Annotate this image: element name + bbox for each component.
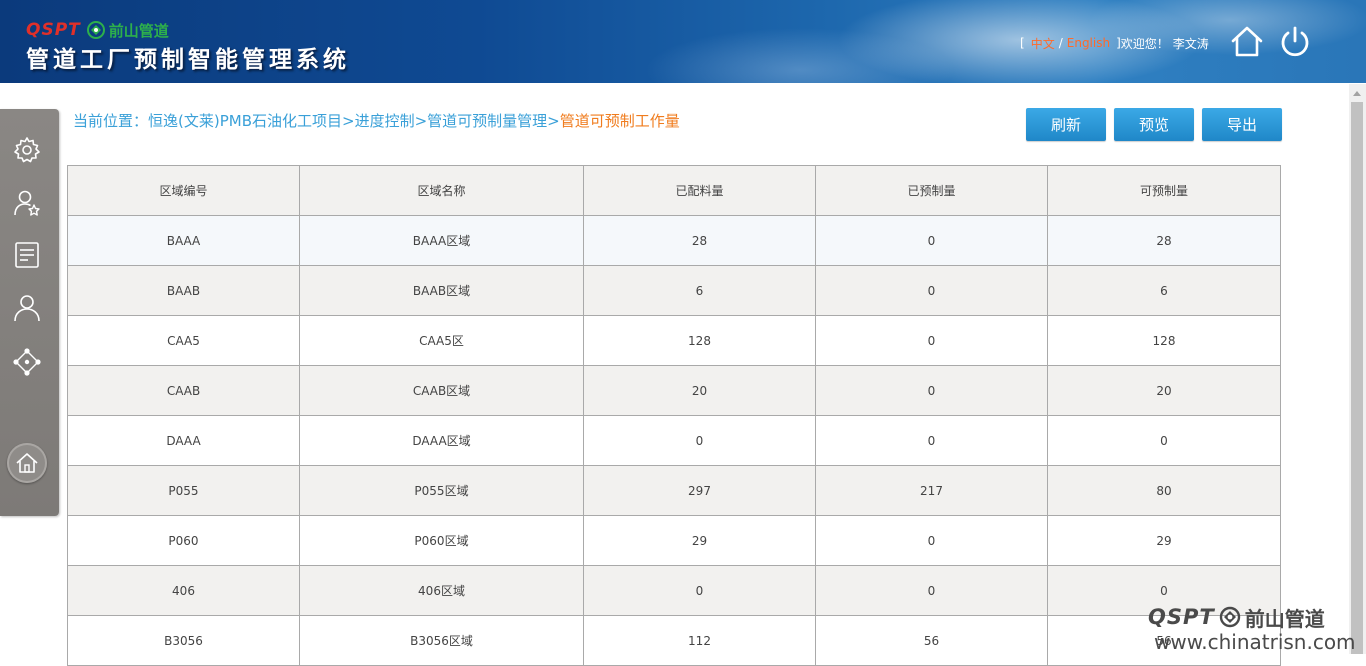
cell-prefabricated-qty: 0 bbox=[815, 315, 1048, 366]
table-row[interactable]: BAAB BAAB区域 6 0 6 bbox=[67, 265, 1281, 316]
watermark: QSPT 前山管道 www.chinatrisn.com bbox=[1148, 604, 1364, 654]
cell-area-name: DAAA区域 bbox=[299, 415, 584, 466]
network-icon[interactable] bbox=[12, 347, 42, 377]
power-icon[interactable] bbox=[1277, 24, 1313, 60]
table-row[interactable]: CAA5 CAA5区 128 0 128 bbox=[67, 315, 1281, 366]
home-icon bbox=[16, 453, 38, 473]
watermark-brand: QSPT bbox=[1148, 605, 1215, 629]
col-header-batched-qty: 已配料量 bbox=[583, 165, 816, 216]
breadcrumb-path[interactable]: 恒逸(文莱)PMB石油化工项目>进度控制>管道可预制量管理> bbox=[148, 112, 560, 130]
lang-en-link[interactable]: English bbox=[1067, 36, 1110, 50]
cell-prefabricated-qty: 0 bbox=[815, 565, 1048, 616]
export-button[interactable]: 导出 bbox=[1202, 108, 1282, 141]
preview-button[interactable]: 预览 bbox=[1114, 108, 1194, 141]
cell-available-qty: 80 bbox=[1047, 465, 1281, 516]
cell-area-code: B3056 bbox=[67, 615, 300, 666]
cell-available-qty: 29 bbox=[1047, 515, 1281, 566]
scrollbar-thumb[interactable] bbox=[1351, 102, 1363, 654]
cell-area-name: BAAB区域 bbox=[299, 265, 584, 316]
cell-area-name: B3056区域 bbox=[299, 615, 584, 666]
table-row[interactable]: P055 P055区域 297 217 80 bbox=[67, 465, 1281, 516]
cell-batched-qty: 20 bbox=[583, 365, 816, 416]
breadcrumb-prefix: 当前位置： bbox=[73, 112, 149, 130]
system-title: 管道工厂预制智能管理系统 bbox=[26, 46, 350, 73]
workload-table: 区域编号 区域名称 已配料量 已预制量 可预制量 BAAA BAAA区域 28 … bbox=[67, 165, 1281, 666]
table-header-row: 区域编号 区域名称 已配料量 已预制量 可预制量 bbox=[67, 165, 1281, 216]
cell-area-name: CAAB区域 bbox=[299, 365, 584, 416]
user-icon[interactable] bbox=[12, 293, 42, 323]
breadcrumb-current: 管道可预制工作量 bbox=[559, 112, 680, 130]
cell-area-code: P055 bbox=[67, 465, 300, 516]
lang-zh-link[interactable]: 中文 bbox=[1031, 35, 1055, 52]
cell-batched-qty: 28 bbox=[583, 215, 816, 266]
welcome-text: 欢迎您！ bbox=[1120, 36, 1169, 51]
cell-prefabricated-qty: 56 bbox=[815, 615, 1048, 666]
table-row[interactable]: P060 P060区域 29 0 29 bbox=[67, 515, 1281, 566]
cell-available-qty: 20 bbox=[1047, 365, 1281, 416]
logo-text: QSPT bbox=[26, 20, 81, 40]
user-bar: [ 中文 / English ] 欢迎您！ 李文涛 bbox=[1020, 34, 1209, 52]
cell-available-qty: 128 bbox=[1047, 315, 1281, 366]
cell-available-qty: 0 bbox=[1047, 415, 1281, 466]
cell-available-qty: 6 bbox=[1047, 265, 1281, 316]
cell-batched-qty: 29 bbox=[583, 515, 816, 566]
col-header-area-name: 区域名称 bbox=[299, 165, 584, 216]
table-row[interactable]: B3056 B3056区域 112 56 56 bbox=[67, 615, 1281, 666]
cell-area-code: 406 bbox=[67, 565, 300, 616]
logo-mark-icon bbox=[86, 21, 105, 39]
sidebar bbox=[0, 109, 59, 516]
cell-area-code: DAAA bbox=[67, 415, 300, 466]
user-name: 李文涛 bbox=[1172, 36, 1209, 51]
cell-area-name: 406区域 bbox=[299, 565, 584, 616]
scroll-up-arrow-icon[interactable] bbox=[1353, 91, 1361, 96]
table-row[interactable]: 406 406区域 0 0 0 bbox=[67, 565, 1281, 616]
cell-prefabricated-qty: 0 bbox=[815, 215, 1048, 266]
cell-area-code: BAAA bbox=[67, 215, 300, 266]
cell-prefabricated-qty: 0 bbox=[815, 365, 1048, 416]
table-row[interactable]: BAAA BAAA区域 28 0 28 bbox=[67, 215, 1281, 266]
cell-area-code: CAAB bbox=[67, 365, 300, 416]
col-header-prefabricated-qty: 已预制量 bbox=[815, 165, 1048, 216]
user-star-icon[interactable] bbox=[12, 188, 42, 218]
cell-batched-qty: 0 bbox=[583, 415, 816, 466]
cell-area-name: P055区域 bbox=[299, 465, 584, 516]
cell-batched-qty: 128 bbox=[583, 315, 816, 366]
cell-available-qty: 28 bbox=[1047, 215, 1281, 266]
cell-batched-qty: 112 bbox=[583, 615, 816, 666]
col-header-available-qty: 可预制量 bbox=[1047, 165, 1281, 216]
col-header-area-code: 区域编号 bbox=[67, 165, 300, 216]
cell-area-name: CAA5区 bbox=[299, 315, 584, 366]
watermark-url: www.chinatrisn.com bbox=[1154, 630, 1356, 654]
logo-cn-text: 前山管道 bbox=[108, 21, 169, 40]
cell-area-code: BAAB bbox=[67, 265, 300, 316]
cell-prefabricated-qty: 0 bbox=[815, 515, 1048, 566]
app-header: QSPT 前山管道 管道工厂预制智能管理系统 [ 中文 / English ] … bbox=[0, 0, 1366, 83]
company-logo: QSPT 前山管道 bbox=[26, 20, 169, 40]
refresh-button[interactable]: 刷新 bbox=[1026, 108, 1106, 141]
cell-prefabricated-qty: 0 bbox=[815, 265, 1048, 316]
cell-area-name: P060区域 bbox=[299, 515, 584, 566]
settings-icon[interactable] bbox=[12, 135, 42, 165]
watermark-logo-icon bbox=[1219, 606, 1240, 628]
home-icon[interactable] bbox=[1229, 24, 1265, 60]
cell-batched-qty: 6 bbox=[583, 265, 816, 316]
document-icon[interactable] bbox=[12, 240, 42, 270]
table-row[interactable]: DAAA DAAA区域 0 0 0 bbox=[67, 415, 1281, 466]
lang-separator: / bbox=[1058, 36, 1063, 50]
cell-prefabricated-qty: 0 bbox=[815, 415, 1048, 466]
breadcrumb: 当前位置：恒逸(文莱)PMB石油化工项目>进度控制>管道可预制量管理>管道可预制… bbox=[73, 110, 680, 131]
cell-batched-qty: 0 bbox=[583, 565, 816, 616]
vertical-scrollbar[interactable] bbox=[1349, 84, 1366, 654]
cell-batched-qty: 297 bbox=[583, 465, 816, 516]
cell-prefabricated-qty: 217 bbox=[815, 465, 1048, 516]
table-row[interactable]: CAAB CAAB区域 20 0 20 bbox=[67, 365, 1281, 416]
watermark-brand-cn: 前山管道 bbox=[1244, 606, 1325, 631]
cell-area-code: P060 bbox=[67, 515, 300, 566]
cell-area-name: BAAA区域 bbox=[299, 215, 584, 266]
lang-bracket-open: [ bbox=[1020, 36, 1025, 50]
cell-area-code: CAA5 bbox=[67, 315, 300, 366]
sidebar-home-button[interactable] bbox=[7, 443, 47, 483]
